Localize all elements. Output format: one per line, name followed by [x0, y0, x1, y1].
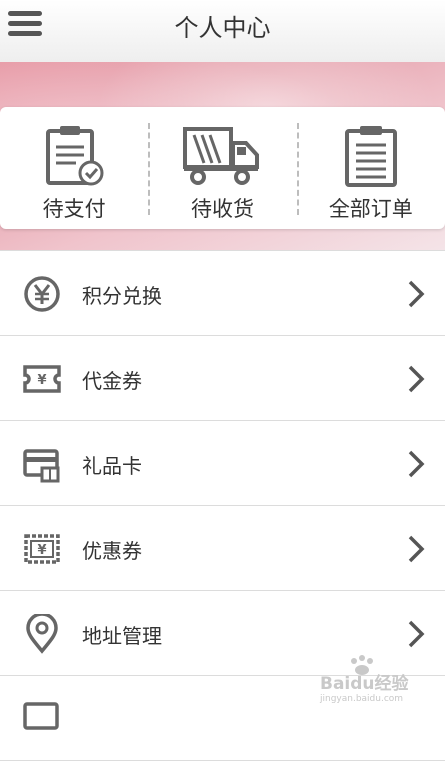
- orders-card: 待支付 待收货 全部订单: [0, 107, 445, 229]
- menu-item-label: 优惠券: [82, 535, 142, 564]
- chevron-right-icon: [407, 449, 425, 479]
- clipboard-list-icon: [343, 123, 399, 189]
- clipboard-check-icon: [42, 123, 106, 189]
- svg-text:¥: ¥: [37, 373, 46, 388]
- menu-item-coupon[interactable]: ¥ 优惠券: [0, 506, 445, 591]
- order-label: 待收货: [148, 193, 296, 223]
- menu-item-points-exchange[interactable]: 积分兑换: [0, 251, 445, 336]
- menu-item-label: 礼品卡: [82, 450, 142, 479]
- top-bar: 个人中心: [0, 0, 445, 63]
- order-pending-delivery[interactable]: 待收货: [148, 107, 296, 229]
- menu-item-label: 积分兑换: [82, 280, 162, 309]
- voucher-ticket-icon: ¥: [22, 359, 62, 399]
- yen-circle-icon: [22, 274, 62, 314]
- order-pending-payment[interactable]: 待支付: [0, 107, 148, 229]
- card-icon: [22, 699, 62, 739]
- svg-text:¥: ¥: [37, 543, 46, 558]
- page-title: 个人中心: [0, 8, 445, 43]
- chevron-right-icon: [407, 279, 425, 309]
- baidu-jingyan-watermark: Baidu经验 jingyan.baidu.com: [318, 653, 423, 703]
- gift-card-icon: [22, 444, 62, 484]
- menu-item-gift-card[interactable]: 礼品卡: [0, 421, 445, 506]
- watermark-text: Baidu经验: [320, 673, 410, 694]
- order-label: 待支付: [0, 193, 148, 223]
- menu-item-label: 地址管理: [82, 620, 162, 649]
- watermark-subtext: jingyan.baidu.com: [319, 694, 403, 703]
- chevron-right-icon: [407, 619, 425, 649]
- location-pin-icon: [22, 614, 62, 654]
- menu-item-voucher[interactable]: ¥ 代金券: [0, 336, 445, 421]
- menu-item-label: 代金券: [82, 365, 142, 394]
- truck-icon: [182, 123, 262, 187]
- coupon-icon: ¥: [22, 529, 62, 569]
- chevron-right-icon: [407, 364, 425, 394]
- order-all[interactable]: 全部订单: [297, 107, 445, 229]
- order-label: 全部订单: [297, 193, 445, 223]
- chevron-right-icon: [407, 534, 425, 564]
